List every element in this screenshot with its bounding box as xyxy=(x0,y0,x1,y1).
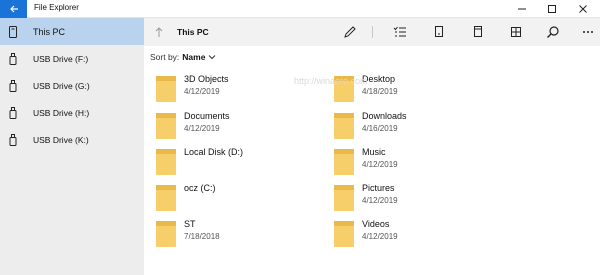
up-button[interactable] xyxy=(152,25,166,39)
file-name: ST xyxy=(184,219,196,229)
folder-icon xyxy=(156,221,176,247)
close-button[interactable] xyxy=(568,0,598,18)
usb-drive-icon xyxy=(8,133,18,146)
sidebar-item-usb-g[interactable]: USB Drive (G:) xyxy=(0,72,144,99)
sort-control[interactable]: Sort by: Name xyxy=(150,52,216,62)
back-arrow-icon xyxy=(9,5,18,13)
file-date: 4/18/2019 xyxy=(362,87,398,96)
view-grid-icon xyxy=(511,27,521,37)
sidebar-item-this-pc[interactable]: This PC xyxy=(0,18,144,45)
file-name: Videos xyxy=(362,219,390,229)
usb-drive-icon xyxy=(8,79,18,92)
file-date: 4/12/2019 xyxy=(362,232,398,241)
copy-icon xyxy=(435,26,443,37)
file-name: ocz (C:) xyxy=(184,183,216,193)
file-name: Local Disk (D:) xyxy=(184,147,244,157)
file-item-videos[interactable]: Videos 4/12/2019 xyxy=(334,219,504,251)
sidebar-item-usb-f[interactable]: USB Drive (F:) xyxy=(0,45,144,72)
rename-pencil-icon xyxy=(344,26,356,38)
file-date: 4/16/2019 xyxy=(362,124,398,133)
usb-drive-icon xyxy=(8,52,18,65)
more-icon xyxy=(583,31,593,33)
file-date: 7/18/2018 xyxy=(184,232,220,241)
sidebar-item-label: This PC xyxy=(33,26,66,37)
file-name: Pictures xyxy=(362,183,395,193)
file-date: 4/12/2019 xyxy=(184,87,220,96)
folder-icon xyxy=(156,185,176,211)
usb-drive-icon xyxy=(8,106,18,119)
chevron-down-icon xyxy=(209,55,216,60)
title-bar: File Explorer xyxy=(0,0,600,18)
pc-icon xyxy=(8,25,18,38)
folder-icon xyxy=(156,149,176,175)
back-button[interactable] xyxy=(0,0,27,18)
file-item-ocz-c[interactable]: ocz (C:) xyxy=(156,183,326,215)
view-button[interactable] xyxy=(509,25,523,39)
select-list-icon xyxy=(393,26,406,37)
folder-icon xyxy=(334,76,354,102)
file-item-desktop[interactable]: Desktop 4/18/2019 xyxy=(334,74,504,106)
toolbar: This PC xyxy=(144,18,600,46)
minimize-button[interactable] xyxy=(507,0,537,18)
maximize-icon xyxy=(548,5,556,13)
sort-value: Name xyxy=(182,52,206,62)
maximize-button[interactable] xyxy=(537,0,567,18)
rename-button[interactable] xyxy=(343,25,357,39)
file-date: 4/12/2019 xyxy=(362,160,398,169)
location-path[interactable]: This PC xyxy=(177,27,209,37)
folder-icon xyxy=(334,185,354,211)
close-icon xyxy=(579,5,587,13)
minimize-icon xyxy=(518,8,526,10)
file-item-st[interactable]: ST 7/18/2018 xyxy=(156,219,326,251)
file-date: 4/12/2019 xyxy=(184,124,220,133)
search-icon xyxy=(547,26,559,38)
file-item-documents[interactable]: Documents 4/12/2019 xyxy=(156,111,326,143)
sidebar-item-usb-h[interactable]: USB Drive (H:) xyxy=(0,99,144,126)
file-name: Music xyxy=(362,147,386,157)
file-item-downloads[interactable]: Downloads 4/16/2019 xyxy=(334,111,504,143)
file-item-pictures[interactable]: Pictures 4/12/2019 xyxy=(334,183,504,215)
file-item-local-disk-d[interactable]: Local Disk (D:) xyxy=(156,147,326,179)
copy-button[interactable] xyxy=(432,25,446,39)
sidebar-item-label: USB Drive (F:) xyxy=(33,53,89,64)
folder-icon xyxy=(334,149,354,175)
toolbar-separator xyxy=(372,26,373,38)
folder-icon xyxy=(334,221,354,247)
app-title: File Explorer xyxy=(34,3,79,12)
sidebar-item-label: USB Drive (H:) xyxy=(33,107,90,118)
file-item-music[interactable]: Music 4/12/2019 xyxy=(334,147,504,179)
file-name: Documents xyxy=(184,111,230,121)
sidebar-item-label: USB Drive (K:) xyxy=(33,134,89,145)
more-button[interactable] xyxy=(581,25,595,39)
sidebar-item-usb-k[interactable]: USB Drive (K:) xyxy=(0,126,144,153)
file-name: 3D Objects xyxy=(184,74,229,84)
cut-icon xyxy=(474,26,482,37)
folder-icon xyxy=(334,113,354,139)
sort-label: Sort by: xyxy=(150,52,180,62)
search-button[interactable] xyxy=(546,25,560,39)
up-arrow-icon xyxy=(155,27,163,37)
select-button[interactable] xyxy=(393,25,407,39)
file-name: Downloads xyxy=(362,111,407,121)
file-name: Desktop xyxy=(362,74,396,84)
sidebar-item-label: USB Drive (G:) xyxy=(33,80,90,91)
cut-button[interactable] xyxy=(471,25,485,39)
file-date: 4/12/2019 xyxy=(362,196,398,205)
main-pane: This PC Sort by: Name 3D Objects 4/12/20… xyxy=(144,18,600,275)
folder-icon xyxy=(156,76,176,102)
sidebar: This PC USB Drive (F:) USB Drive (G:) US… xyxy=(0,18,144,275)
folder-icon xyxy=(156,113,176,139)
file-item-3d-objects[interactable]: 3D Objects 4/12/2019 xyxy=(156,74,326,106)
